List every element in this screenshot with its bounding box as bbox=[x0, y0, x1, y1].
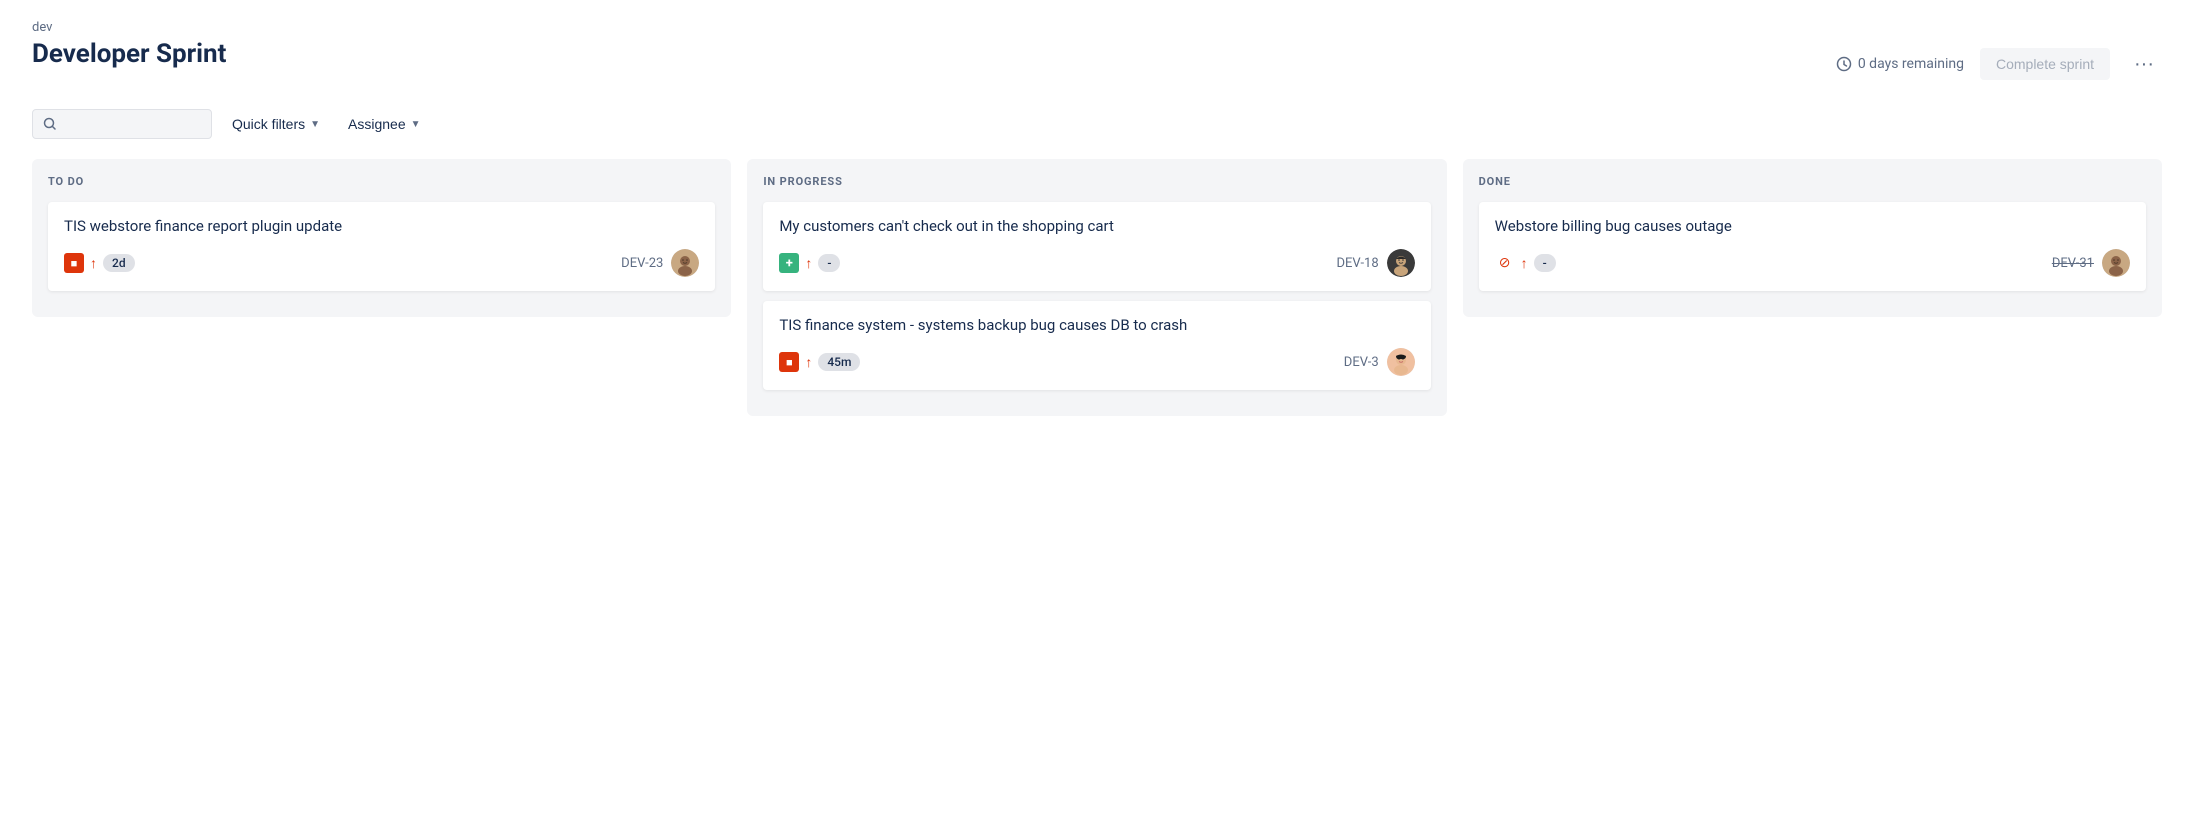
search-icon bbox=[43, 117, 57, 131]
toolbar: Quick filters ▼ Assignee ▼ bbox=[32, 109, 2162, 139]
ban-icon: ⊘ bbox=[1495, 253, 1515, 273]
card[interactable]: TIS webstore finance report plugin updat… bbox=[48, 202, 715, 291]
time-badge: - bbox=[1534, 254, 1556, 272]
quick-filters-button[interactable]: Quick filters ▼ bbox=[224, 110, 328, 138]
issue-id: DEV-31 bbox=[2052, 256, 2094, 271]
card-title: TIS finance system - systems backup bug … bbox=[779, 315, 1414, 336]
top-bar: Developer Sprint 0 days remaining Comple… bbox=[32, 39, 2162, 89]
card-footer-right: DEV-23 bbox=[621, 249, 699, 277]
time-badge: 2d bbox=[103, 254, 135, 272]
chevron-down-icon: ▼ bbox=[411, 119, 421, 130]
card-title: TIS webstore finance report plugin updat… bbox=[64, 216, 699, 237]
story-icon: ■ bbox=[779, 352, 799, 372]
avatar bbox=[1387, 348, 1415, 376]
clock-icon bbox=[1836, 56, 1852, 72]
bug-icon: + bbox=[779, 253, 799, 273]
story-icon: ■ bbox=[64, 253, 84, 273]
issue-id: DEV-3 bbox=[1344, 355, 1379, 370]
avatar bbox=[671, 249, 699, 277]
search-input[interactable] bbox=[63, 116, 193, 132]
card-footer-right: DEV-3 bbox=[1344, 348, 1415, 376]
card-footer: ⊘ ↑- DEV-31 bbox=[1495, 249, 2130, 277]
issue-id: DEV-23 bbox=[621, 256, 663, 271]
search-box[interactable] bbox=[32, 109, 212, 139]
column-inprogress: IN PROGRESS My customers can't check out … bbox=[747, 159, 1446, 416]
complete-sprint-button[interactable]: Complete sprint bbox=[1980, 48, 2110, 80]
assignee-filter-button[interactable]: Assignee ▼ bbox=[340, 110, 429, 138]
column-header-done: DONE bbox=[1479, 175, 2146, 188]
card-footer: ■ ↑ 2d DEV-23 bbox=[64, 249, 699, 277]
board: TO DO TIS webstore finance report plugin … bbox=[32, 159, 2162, 416]
column-header-inprogress: IN PROGRESS bbox=[763, 175, 1430, 188]
card-footer-right: DEV-18 bbox=[1336, 249, 1414, 277]
priority-icon: ↑ bbox=[805, 255, 812, 272]
card-footer: + ↑- DEV-18 bbox=[779, 249, 1414, 277]
column-todo: TO DO TIS webstore finance report plugin … bbox=[32, 159, 731, 317]
priority-icon: ↑ bbox=[805, 354, 812, 371]
card[interactable]: TIS finance system - systems backup bug … bbox=[763, 301, 1430, 390]
card-title: Webstore billing bug causes outage bbox=[1495, 216, 2130, 237]
chevron-down-icon: ▼ bbox=[310, 119, 320, 130]
avatar bbox=[1387, 249, 1415, 277]
column-header-todo: TO DO bbox=[48, 175, 715, 188]
breadcrumb: dev bbox=[32, 20, 2162, 35]
card[interactable]: Webstore billing bug causes outage ⊘ ↑- DEV… bbox=[1479, 202, 2146, 291]
card-footer: ■ ↑ 45m DEV-3 bbox=[779, 348, 1414, 376]
days-remaining: 0 days remaining bbox=[1836, 56, 1964, 72]
avatar bbox=[2102, 249, 2130, 277]
card-title: My customers can't check out in the shop… bbox=[779, 216, 1414, 237]
priority-icon: ↑ bbox=[90, 255, 97, 272]
priority-icon: ↑ bbox=[1521, 255, 1528, 272]
page-title: Developer Sprint bbox=[32, 39, 226, 69]
time-badge: - bbox=[818, 254, 840, 272]
more-options-button[interactable]: ··· bbox=[2126, 49, 2162, 80]
time-badge: 45m bbox=[818, 353, 860, 371]
card-footer-right: DEV-31 bbox=[2052, 249, 2130, 277]
issue-id: DEV-18 bbox=[1336, 256, 1378, 271]
column-done: DONE Webstore billing bug causes outage ⊘ ↑… bbox=[1463, 159, 2162, 317]
card[interactable]: My customers can't check out in the shop… bbox=[763, 202, 1430, 291]
